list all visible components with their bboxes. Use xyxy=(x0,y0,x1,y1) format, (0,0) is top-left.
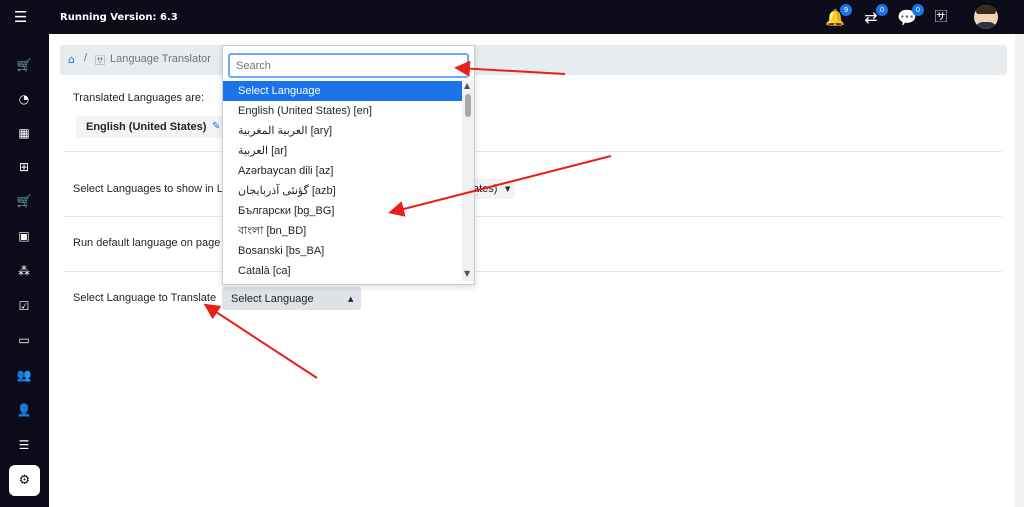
exchange-icon[interactable]: ⇄ 0 xyxy=(860,4,888,28)
page-scrollbar[interactable] xyxy=(1015,34,1024,507)
default-language-label: Run default language on page xyxy=(73,237,221,249)
avatar-hair xyxy=(976,5,996,14)
language-dropdown: Select Language English (United States) … xyxy=(222,45,475,285)
avatar-suit xyxy=(975,22,997,29)
briefcase-icon[interactable]: ▣ xyxy=(14,227,34,245)
exchange-badge: 0 xyxy=(876,4,888,16)
dropdown-option[interactable]: English (United States) [en] xyxy=(223,101,462,121)
notification-badge: 9 xyxy=(840,4,852,16)
chat-icon[interactable]: 💬 0 xyxy=(896,4,924,28)
show-languages-select-value: ates) xyxy=(473,183,498,195)
dropdown-option[interactable]: Azərbaycan dili [az] xyxy=(223,161,462,181)
divider xyxy=(64,151,1002,152)
translate-icon: 🈂 xyxy=(95,56,105,67)
translated-language-pill[interactable]: English (United States) ✎ xyxy=(76,116,226,138)
translate-language-select[interactable]: Select Language ▲ xyxy=(222,287,361,310)
list-icon[interactable]: ☰ xyxy=(14,436,34,454)
chat-badge: 0 xyxy=(912,4,924,16)
hamburger-menu-icon[interactable]: ☰ xyxy=(14,9,32,25)
caret-up-icon: ▲ xyxy=(348,295,354,303)
cubes-icon[interactable]: ⁂ xyxy=(14,262,34,280)
show-languages-label: Select Languages to show in L xyxy=(73,183,223,195)
show-languages-select[interactable]: ates) ▼ xyxy=(471,179,515,199)
user-icon[interactable]: 👤 xyxy=(14,401,34,419)
calendar-check-icon[interactable]: ☑ xyxy=(14,297,34,315)
dropdown-option[interactable]: العربية [ar] xyxy=(223,141,462,161)
dropdown-scrollbar[interactable]: ▲ ▼ xyxy=(462,81,474,281)
calendar-icon[interactable]: ▦ xyxy=(14,124,34,142)
divider xyxy=(64,216,1002,217)
translate-language-label: Select Language to Translate xyxy=(73,292,217,304)
cart-icon[interactable]: 🛒 xyxy=(14,192,34,210)
dropdown-option[interactable]: Bosanski [bs_BA] xyxy=(223,241,462,261)
calendar-plus-icon[interactable]: ⊞ xyxy=(14,158,34,176)
dropdown-option[interactable]: বাংলা [bn_BD] xyxy=(223,221,462,241)
scroll-down-icon[interactable]: ▼ xyxy=(464,269,470,278)
sidebar: 🛒 ◔ ▦ ⊞ 🛒 ▣ ⁂ ☑ ▭ 👥 👤 ☰ ⚙ xyxy=(0,34,49,507)
breadcrumb: ⌂ / 🈂 Language Translator xyxy=(60,45,1007,75)
caret-down-icon: ▼ xyxy=(505,185,511,193)
dropdown-option[interactable]: Català [ca] xyxy=(223,261,462,281)
scroll-up-icon[interactable]: ▲ xyxy=(464,81,470,90)
user-avatar[interactable] xyxy=(974,5,998,29)
version-text: Running Version: 6.3 xyxy=(60,12,178,23)
bell-icon[interactable]: 🔔 9 xyxy=(824,4,852,28)
breadcrumb-current: Language Translator xyxy=(110,53,211,65)
divider xyxy=(64,271,1002,272)
cogs-icon[interactable]: ⚙ xyxy=(9,465,40,496)
users-icon[interactable]: 👥 xyxy=(14,366,34,384)
translated-languages-label: Translated Languages are: xyxy=(73,92,205,104)
money-icon[interactable]: ▭ xyxy=(14,331,34,349)
dropdown-option[interactable]: Български [bg_BG] xyxy=(223,201,462,221)
home-icon[interactable]: ⌂ xyxy=(68,53,75,66)
cart-icon[interactable]: 🛒 xyxy=(14,56,34,74)
scroll-thumb[interactable] xyxy=(465,94,471,117)
breadcrumb-separator: / xyxy=(84,52,88,64)
dropdown-option[interactable]: Select Language xyxy=(223,81,462,101)
translated-language-name: English (United States) xyxy=(86,121,207,133)
dashboard-icon[interactable]: ◔ xyxy=(14,90,34,108)
translate-language-select-value: Select Language xyxy=(231,293,314,305)
translate-icon[interactable]: 🈂 xyxy=(930,8,952,28)
main-content: ⌂ / 🈂 Language Translator Translated Lan… xyxy=(49,34,1015,507)
language-search-input[interactable] xyxy=(228,53,469,78)
top-navbar: ☰ Running Version: 6.3 🔔 9 ⇄ 0 💬 0 🈂 xyxy=(0,0,1024,34)
dropdown-option[interactable]: العربية المغربية [ary] xyxy=(223,121,462,141)
dropdown-option[interactable]: گؤنئی آذربایجان [azb] xyxy=(223,181,462,201)
pencil-icon[interactable]: ✎ xyxy=(212,121,220,132)
